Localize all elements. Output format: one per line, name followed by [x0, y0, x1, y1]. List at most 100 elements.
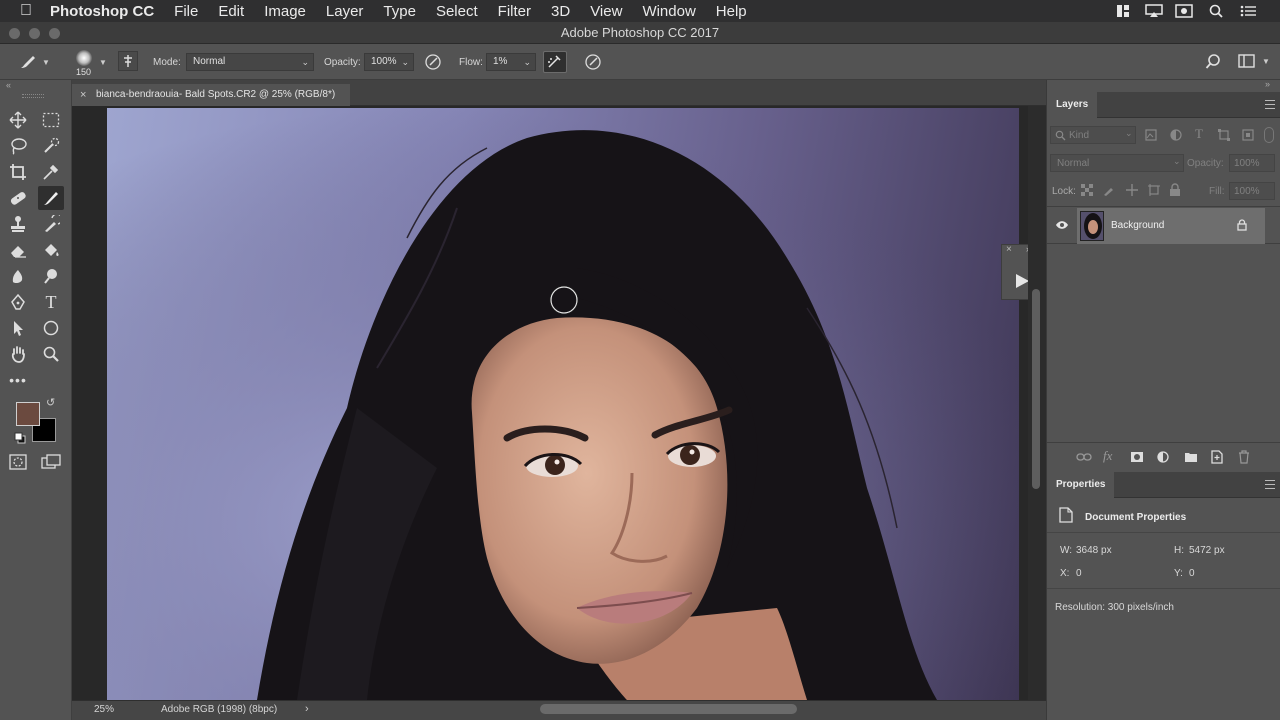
lock-position-icon[interactable] [1125, 183, 1139, 197]
quick-selection-tool[interactable] [38, 134, 64, 158]
delete-layer-trash-icon[interactable] [1238, 450, 1250, 464]
window-minimize-button[interactable] [29, 28, 40, 39]
tab-close-icon[interactable]: × [80, 84, 86, 106]
menu-app-name[interactable]: Photoshop CC [50, 3, 154, 20]
opacity-input[interactable]: 100% ⌄ [364, 53, 414, 71]
screen-record-icon[interactable] [1175, 4, 1193, 18]
layer-fill-input[interactable]: 100% [1229, 182, 1275, 200]
grid-status-icon[interactable] [1116, 4, 1130, 18]
layer-style-fx-icon[interactable]: fx [1103, 448, 1112, 464]
height-value[interactable]: 5472 px [1189, 545, 1225, 556]
toolbar-collapse-icon[interactable]: « [6, 80, 11, 90]
properties-tab[interactable]: Properties [1047, 472, 1115, 498]
filter-adjustment-icon[interactable] [1170, 129, 1182, 141]
properties-panel-menu-icon[interactable] [1265, 480, 1275, 489]
dodge-tool[interactable] [38, 264, 64, 288]
menu-filter[interactable]: Filter [498, 3, 531, 20]
window-zoom-button[interactable] [49, 28, 60, 39]
status-menu-arrow-icon[interactable]: › [305, 703, 309, 715]
brush-tool-preset-icon[interactable] [19, 54, 37, 70]
menu-image[interactable]: Image [264, 3, 306, 20]
eraser-tool[interactable] [5, 238, 31, 262]
airplay-icon[interactable] [1145, 4, 1163, 18]
marquee-tool[interactable] [38, 108, 64, 132]
filter-toggle-switch[interactable] [1264, 127, 1274, 143]
canvas-area[interactable] [72, 106, 1046, 700]
layer-kind-filter[interactable]: Kind ⌄ [1050, 126, 1136, 144]
edit-toolbar-button[interactable]: ••• [5, 368, 31, 392]
menu-layer[interactable]: Layer [326, 3, 364, 20]
menu-help[interactable]: Help [716, 3, 747, 20]
adjustment-layer-icon[interactable] [1157, 451, 1169, 463]
menu-3d[interactable]: 3D [551, 3, 570, 20]
crop-tool[interactable] [5, 160, 31, 184]
vertical-scrollbar[interactable] [1028, 106, 1046, 700]
lock-transparent-icon[interactable] [1081, 184, 1093, 196]
preset-dropdown-chevron-icon[interactable]: ▼ [42, 58, 50, 67]
menu-type[interactable]: Type [383, 3, 416, 20]
default-colors-icon[interactable] [14, 432, 26, 444]
path-selection-tool[interactable] [5, 316, 31, 340]
horizontal-scroll-thumb[interactable] [540, 704, 797, 714]
new-group-folder-icon[interactable] [1184, 451, 1198, 463]
zoom-tool[interactable] [38, 342, 64, 366]
hand-tool[interactable] [5, 342, 31, 366]
link-layers-icon[interactable] [1076, 452, 1092, 462]
menu-select[interactable]: Select [436, 3, 478, 20]
paint-bucket-tool[interactable] [38, 238, 64, 262]
layer-visibility-eye-icon[interactable] [1055, 220, 1069, 230]
zoom-level[interactable]: 25% [94, 704, 114, 715]
blur-tool[interactable] [5, 264, 31, 288]
width-value[interactable]: 3648 px [1076, 545, 1112, 556]
clone-stamp-tool[interactable] [5, 212, 31, 236]
layer-opacity-input[interactable]: 100% [1229, 154, 1275, 172]
eyedropper-tool[interactable] [38, 160, 64, 184]
swap-colors-icon[interactable]: ↺ [46, 396, 55, 409]
filter-shape-icon[interactable] [1218, 129, 1230, 141]
foreground-color-swatch[interactable] [16, 402, 40, 426]
brush-panel-toggle-icon[interactable] [118, 51, 138, 71]
filter-pixel-icon[interactable] [1145, 129, 1157, 141]
pressure-size-icon[interactable] [584, 53, 602, 71]
spotlight-search-icon[interactable] [1209, 4, 1223, 18]
filter-type-icon[interactable]: T [1195, 126, 1203, 142]
filter-smart-object-icon[interactable] [1242, 129, 1254, 141]
document-tab[interactable]: × bianca-bendraouia- Bald Spots.CR2 @ 25… [72, 84, 350, 106]
workspace-icon[interactable] [1238, 54, 1256, 68]
notification-center-icon[interactable] [1240, 5, 1256, 17]
menu-edit[interactable]: Edit [218, 3, 244, 20]
screen-mode-icon[interactable] [41, 454, 61, 470]
layers-panel-menu-icon[interactable] [1265, 100, 1275, 109]
layer-name[interactable]: Background [1111, 220, 1164, 231]
move-tool[interactable] [5, 108, 31, 132]
lock-image-icon[interactable] [1103, 184, 1115, 196]
type-tool[interactable]: T [38, 290, 64, 314]
flow-input[interactable]: 1% ⌄ [486, 53, 536, 71]
mode-select[interactable]: Normal ⌄ [186, 53, 314, 71]
layers-tab[interactable]: Layers [1047, 92, 1098, 118]
vertical-scroll-thumb[interactable] [1032, 289, 1040, 489]
layer-row[interactable]: Background [1077, 208, 1265, 244]
ellipse-tool[interactable] [38, 316, 64, 340]
brush-preview-icon[interactable] [76, 50, 92, 66]
layer-blend-mode-select[interactable]: Normal ⌄ [1050, 154, 1184, 172]
y-value[interactable]: 0 [1189, 568, 1195, 579]
lock-artboard-icon[interactable] [1148, 184, 1160, 196]
history-brush-tool[interactable] [38, 212, 64, 236]
menu-view[interactable]: View [590, 3, 622, 20]
actions-close-icon[interactable]: × [1006, 244, 1012, 255]
window-close-button[interactable] [9, 28, 20, 39]
menu-window[interactable]: Window [642, 3, 695, 20]
pen-tool[interactable] [5, 290, 31, 314]
toolbar-grip[interactable] [22, 94, 44, 98]
quick-mask-icon[interactable] [9, 454, 27, 470]
apple-icon[interactable]:  [20, 2, 32, 20]
search-icon[interactable] [1205, 54, 1221, 70]
x-value[interactable]: 0 [1076, 568, 1082, 579]
panels-collapse-icon[interactable]: » [1265, 79, 1270, 89]
airbrush-toggle-button[interactable] [543, 51, 567, 73]
new-layer-icon[interactable] [1211, 450, 1223, 464]
document-image[interactable] [107, 108, 1019, 700]
workspace-chevron-icon[interactable]: ▼ [1262, 57, 1270, 66]
pressure-opacity-icon[interactable] [424, 53, 442, 71]
